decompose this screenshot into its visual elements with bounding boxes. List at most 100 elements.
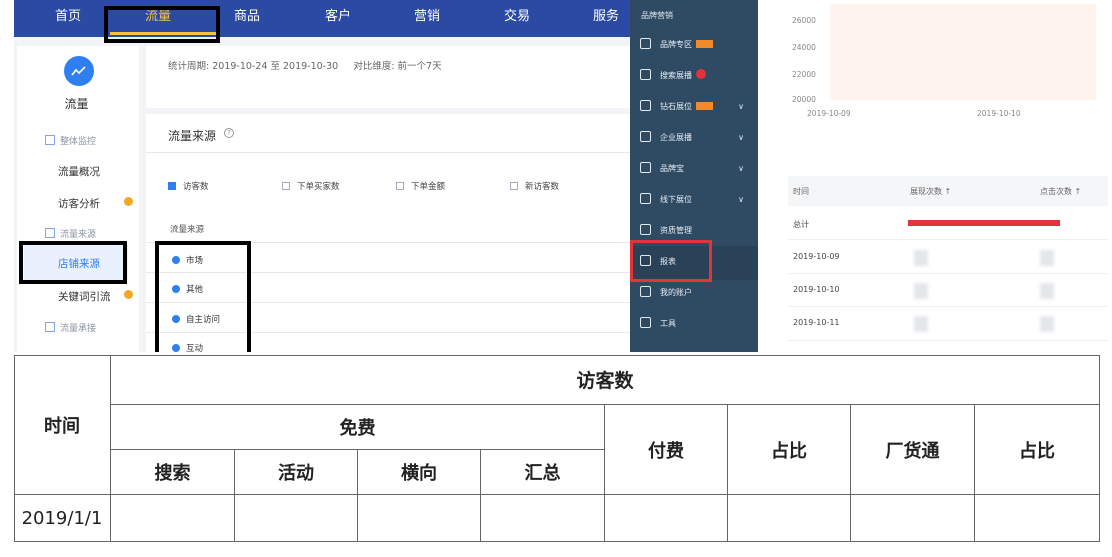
row-total: 总计: [793, 220, 809, 229]
data-cell[interactable]: [111, 495, 235, 542]
header-visitors[interactable]: 访客数: [111, 355, 1100, 405]
period-label: 统计周期:: [168, 61, 210, 72]
data-cell[interactable]: [235, 495, 358, 542]
data-cell[interactable]: [975, 495, 1100, 542]
sidebar-title: 流量: [64, 97, 89, 111]
header-factory-goods[interactable]: 厂货通: [851, 405, 975, 495]
metric-label: 访客数: [183, 182, 209, 192]
bag-icon: [640, 162, 651, 173]
stat-period: 统计周期: 2019-10-24 至 2019-10-30 对比维度: 前一个7…: [168, 58, 442, 72]
notification-dot: [124, 197, 133, 206]
data-cell[interactable]: [728, 495, 851, 542]
chevron-down-icon[interactable]: ∨: [738, 160, 744, 178]
header-lateral[interactable]: 横向: [358, 450, 481, 495]
data-cell[interactable]: [605, 495, 728, 542]
metric-new-visitors[interactable]: 新访客数: [510, 180, 559, 192]
divider: [788, 306, 1108, 307]
chevron-down-icon[interactable]: ∨: [738, 129, 744, 147]
menu-item-brand-treasure[interactable]: 品牌宝 ∨: [640, 160, 752, 178]
menu-label: 工具: [660, 319, 676, 328]
compare-value[interactable]: 前一个7天: [398, 61, 442, 72]
header-ratio-2[interactable]: 占比: [975, 405, 1100, 495]
blurred-value: [1040, 250, 1054, 266]
header-ratio[interactable]: 占比: [728, 405, 851, 495]
col-clicks[interactable]: 点击次数 ↑: [1040, 186, 1081, 197]
menu-label: 钻石展位: [660, 102, 692, 111]
nav-service[interactable]: 服务: [593, 0, 619, 37]
hot-badge: [696, 69, 706, 79]
header-paid[interactable]: 付费: [605, 405, 728, 495]
blurred-value: [914, 250, 928, 266]
divider: [788, 239, 1108, 240]
menu-item-qualification[interactable]: 资质管理: [640, 222, 752, 240]
checkbox-checked-icon[interactable]: [168, 182, 176, 190]
nav-home[interactable]: 首页: [55, 0, 81, 37]
visitor-sheet: 时间 访客数 免费 搜索 活动 横向 汇总 付费 占比 厂货通 占比 2019/…: [14, 355, 1100, 549]
menu-item-my-account[interactable]: 我的账户: [640, 284, 752, 302]
row-date: 2019-10-11: [793, 318, 840, 327]
period-range[interactable]: 2019-10-24 至 2019-10-30: [212, 61, 338, 72]
new-badge: [696, 40, 713, 48]
nav-marketing[interactable]: 营销: [414, 0, 440, 37]
menu-label: 我的账户: [660, 288, 692, 297]
menu-item-offline-booth[interactable]: 线下展位 ∨: [640, 191, 752, 209]
y-tick: 22000: [792, 70, 816, 79]
notification-dot: [124, 290, 133, 299]
nav-products[interactable]: 商品: [234, 0, 260, 37]
header-summary[interactable]: 汇总: [481, 450, 605, 495]
metric-amount[interactable]: 下单金额: [396, 180, 445, 192]
menu-item-diamond-booth[interactable]: 钻石展位 ∨: [640, 98, 752, 116]
x-tick: 2019-10-10: [977, 109, 1021, 118]
header-time[interactable]: 时间: [14, 355, 111, 495]
data-cell[interactable]: [481, 495, 605, 542]
data-cell[interactable]: [851, 495, 975, 542]
book-icon: [640, 224, 651, 235]
metric-label: 新访客数: [525, 182, 560, 192]
header-search[interactable]: 搜索: [111, 450, 235, 495]
checkbox-icon[interactable]: [396, 182, 404, 190]
checkbox-icon[interactable]: [510, 182, 518, 190]
sidebar-item-visitor-analysis[interactable]: 访客分析: [58, 196, 100, 211]
row-date: 2019-10-09: [793, 252, 840, 261]
metric-buyers[interactable]: 下单买家数: [282, 180, 340, 192]
compare-label: 对比维度:: [353, 61, 395, 72]
period-card: 统计周期: 2019-10-24 至 2019-10-30 对比维度: 前一个7…: [146, 46, 630, 108]
help-icon[interactable]: ?: [224, 128, 234, 138]
annotation-box-sidebar: [19, 241, 127, 284]
metric-label: 下单买家数: [297, 182, 340, 192]
menu-title: 品牌营销: [641, 11, 673, 20]
nav-customers[interactable]: 客户: [325, 0, 351, 37]
chevron-down-icon[interactable]: ∨: [738, 191, 744, 209]
col-impressions[interactable]: 展现次数 ↑: [910, 186, 951, 197]
source-column-header: 流量来源: [170, 225, 205, 235]
blurred-value: [1040, 283, 1054, 299]
traffic-chart-icon: [64, 56, 94, 86]
annotation-box-sources: [155, 241, 251, 352]
menu-item-enterprise-display[interactable]: 企业展播 ∨: [640, 129, 752, 147]
blurred-value: [914, 283, 928, 299]
divider: [788, 273, 1108, 274]
sidebar-item-keyword-traffic[interactable]: 关键词引流: [58, 289, 111, 304]
checkbox-icon[interactable]: [282, 182, 290, 190]
header-free[interactable]: 免费: [111, 405, 605, 450]
sidebar-item-overview[interactable]: 流量概况: [58, 164, 100, 179]
header-activity[interactable]: 活动: [235, 450, 358, 495]
divider: [146, 152, 630, 153]
menu-label: 搜索展播: [660, 71, 692, 80]
menu-item-search-display[interactable]: 搜索展播: [640, 67, 752, 85]
menu-label: 企业展播: [660, 133, 692, 142]
monitor-icon: [640, 131, 651, 142]
brand-marketing-menu: 品牌营销 品牌专区 搜索展播 钻石展位 ∨ 企业展播 ∨ 品牌宝 ∨ 线下展位 ∨ 资质…: [630, 0, 758, 352]
redaction-bar: [908, 220, 1060, 226]
menu-item-brand-zone[interactable]: 品牌专区: [640, 36, 752, 54]
menu-item-tools[interactable]: 工具: [640, 315, 752, 333]
metric-label: 下单金额: [411, 182, 446, 192]
diamond-icon: [640, 100, 651, 111]
chart-plot-area: [830, 4, 1096, 100]
row-date-cell[interactable]: 2019/1/1: [14, 495, 111, 542]
y-tick: 26000: [792, 16, 816, 25]
metric-visitors[interactable]: 访客数: [168, 180, 209, 192]
data-cell[interactable]: [358, 495, 481, 542]
chevron-down-icon[interactable]: ∨: [738, 98, 744, 116]
nav-trade[interactable]: 交易: [504, 0, 530, 37]
